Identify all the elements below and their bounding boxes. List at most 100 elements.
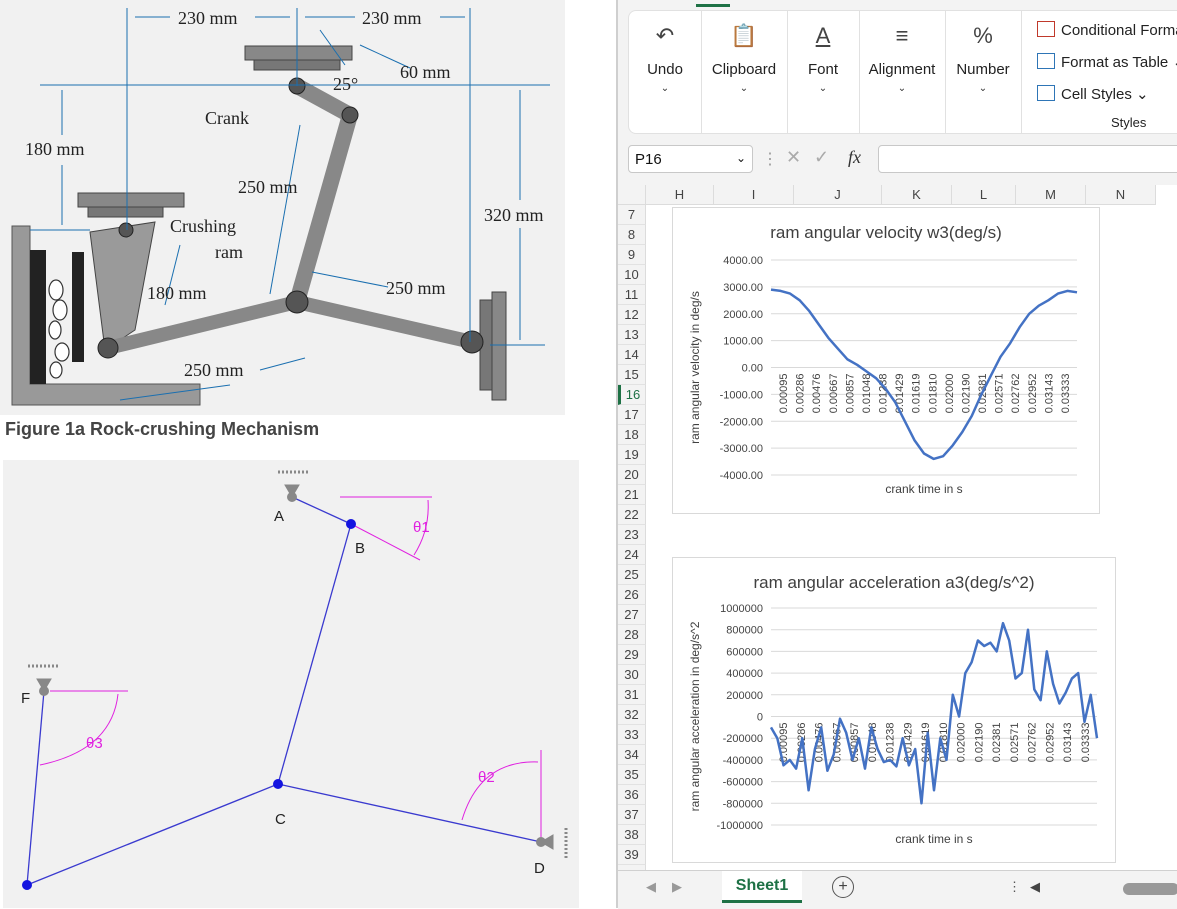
cancel-icon[interactable]: ✕ [786, 147, 801, 168]
enter-icon[interactable]: ✓ [814, 147, 829, 168]
y-tick-label: -3000.00 [720, 443, 763, 455]
chevron-down-icon: ⌄ [739, 83, 749, 94]
clipboard-button[interactable]: 📋 Clipboard ⌄ [701, 11, 788, 133]
point-f: F [21, 690, 30, 707]
point-d: D [534, 860, 545, 877]
column-header-l[interactable]: L [952, 185, 1016, 205]
x-tick-label: 0.01810 [927, 374, 939, 414]
column-header-j[interactable]: J [794, 185, 882, 205]
row-header-29[interactable]: 29 [618, 645, 646, 665]
label-ram: ram [215, 242, 243, 262]
x-tick-label: 0.02000 [944, 374, 956, 414]
row-header-15[interactable]: 15 [618, 365, 646, 385]
row-header-9[interactable]: 9 [618, 245, 646, 265]
row-header-35[interactable]: 35 [618, 765, 646, 785]
x-tick-label: 0.00857 [844, 374, 856, 414]
row-header-25[interactable]: 25 [618, 565, 646, 585]
chart-title: ram angular acceleration a3(deg/s^2) [753, 573, 1034, 592]
row-header-17[interactable]: 17 [618, 405, 646, 425]
row-header-24[interactable]: 24 [618, 545, 646, 565]
column-header-n[interactable]: N [1086, 185, 1156, 205]
insert-function-button[interactable]: fx [848, 147, 861, 168]
row-header-27[interactable]: 27 [618, 605, 646, 625]
row-header-28[interactable]: 28 [618, 625, 646, 645]
dim-mid-250: 250 mm [238, 177, 298, 197]
y-tick-label: 800000 [726, 625, 763, 637]
row-header-10[interactable]: 10 [618, 265, 646, 285]
column-header-m[interactable]: M [1016, 185, 1086, 205]
rock-crushing-diagram: 230 mm 230 mm 60 mm 25° Crank 180 mm 250… [0, 0, 565, 415]
column-header-h[interactable]: H [646, 185, 714, 205]
row-header-34[interactable]: 34 [618, 745, 646, 765]
row-header-21[interactable]: 21 [618, 485, 646, 505]
add-sheet-icon[interactable]: + [832, 876, 854, 898]
x-axis-label: crank time in s [895, 832, 972, 846]
acceleration-chart[interactable]: ram angular acceleration a3(deg/s^2) 1000… [672, 557, 1116, 863]
active-ribbon-tab-indicator [696, 4, 730, 7]
row-header-19[interactable]: 19 [618, 445, 646, 465]
worksheet-grid[interactable]: HIJKLMN 7 8 9 10 11 12 13 14 15 16 17 18 19 20 21 22 23 2… [618, 185, 1177, 885]
velocity-chart[interactable]: ram angular velocity w3(deg/s) 4000.00 300… [672, 207, 1100, 514]
x-tick-label: 0.02952 [1027, 374, 1039, 414]
column-header-k[interactable]: K [882, 185, 952, 205]
scroll-tabs-right-icon[interactable]: ▶ [672, 879, 682, 895]
x-tick-label: 0.01429 [894, 374, 906, 414]
scroll-left-icon[interactable]: ◀ [1030, 879, 1040, 895]
row-header-14[interactable]: 14 [618, 345, 646, 365]
row-header-33[interactable]: 33 [618, 725, 646, 745]
formula-input[interactable] [878, 145, 1177, 173]
sheet-tab-sheet1[interactable]: Sheet1 [722, 871, 802, 903]
font-button[interactable]: A Font ⌄ [787, 11, 860, 133]
scroll-tabs-left-icon[interactable]: ◀ [646, 879, 656, 895]
label-crushing: Crushing [170, 216, 236, 236]
row-header-23[interactable]: 23 [618, 525, 646, 545]
x-tick-label: 0.00476 [811, 374, 823, 414]
x-tick-label: 0.03333 [1080, 723, 1092, 763]
y-tick-label: 4000.00 [723, 255, 763, 267]
y-tick-label: 3000.00 [723, 282, 763, 294]
column-header-i[interactable]: I [714, 185, 794, 205]
formula-bar: P16 ⌄ ⋮ ✕ ✓ fx [628, 145, 1177, 177]
row-header-36[interactable]: 36 [618, 785, 646, 805]
row-header-38[interactable]: 38 [618, 825, 646, 845]
row-header-37[interactable]: 37 [618, 805, 646, 825]
name-box[interactable]: P16 ⌄ [628, 145, 753, 173]
chevron-down-icon: ⌄ [897, 83, 907, 94]
format-as-table-button[interactable]: Format as Table ⌄ [1037, 53, 1177, 71]
y-tick-label: 1000.00 [723, 336, 763, 348]
row-header-26[interactable]: 26 [618, 585, 646, 605]
select-all-corner[interactable] [618, 185, 646, 205]
alignment-button[interactable]: ≡ Alignment ⌄ [859, 11, 946, 133]
dim-link-250-right: 250 mm [386, 278, 446, 298]
row-header-11[interactable]: 11 [618, 285, 646, 305]
row-header-8[interactable]: 8 [618, 225, 646, 245]
x-tick-label: 0.02190 [973, 723, 985, 763]
row-header-18[interactable]: 18 [618, 425, 646, 445]
percent-icon: % [973, 23, 993, 48]
font-icon: A [815, 23, 831, 48]
row-header-30[interactable]: 30 [618, 665, 646, 685]
x-tick-label: 0.00286 [795, 374, 807, 414]
cell-styles-label: Cell Styles [1061, 86, 1132, 103]
row-header-7[interactable]: 7 [618, 205, 646, 225]
undo-button[interactable]: ↶ Undo ⌄ [629, 11, 702, 133]
series-line [769, 621, 1099, 805]
cell-styles-button[interactable]: Cell Styles ⌄ [1037, 85, 1149, 103]
horizontal-scrollbar[interactable] [1123, 883, 1177, 895]
row-header-32[interactable]: 32 [618, 705, 646, 725]
name-box-value: P16 [635, 151, 662, 168]
row-header-13[interactable]: 13 [618, 325, 646, 345]
x-tick-label: 0.01238 [885, 723, 897, 763]
row-header-39[interactable]: 39 [618, 845, 646, 865]
row-header-20[interactable]: 20 [618, 465, 646, 485]
row-header-12[interactable]: 12 [618, 305, 646, 325]
number-label: Number [956, 61, 1010, 78]
row-header-22[interactable]: 22 [618, 505, 646, 525]
conditional-formatting-button[interactable]: Conditional Forma [1037, 21, 1177, 39]
excel-window: ↶ Undo ⌄ 📋 Clipboard ⌄ A Font ⌄ ≡ Alignm… [616, 0, 1177, 909]
y-tick-label: 1000000 [720, 603, 763, 615]
x-tick-label: 0.03333 [1060, 374, 1072, 414]
row-header-16[interactable]: 16 [618, 385, 646, 405]
number-button[interactable]: % Number ⌄ [945, 11, 1022, 133]
row-header-31[interactable]: 31 [618, 685, 646, 705]
